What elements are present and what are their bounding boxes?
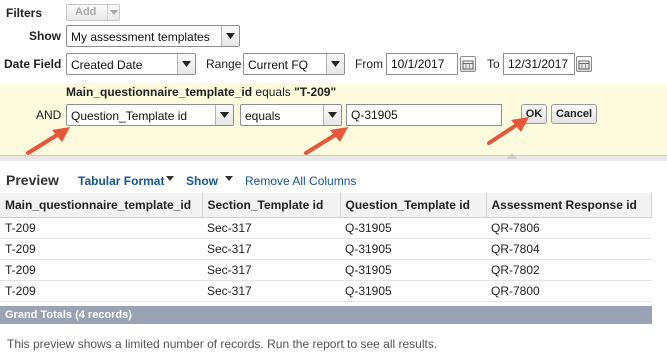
- from-date-field[interactable]: [386, 53, 458, 75]
- to-label: To: [487, 57, 500, 71]
- chevron-down-icon: [220, 112, 229, 118]
- table-cell: QR-7800: [486, 280, 652, 302]
- table-cell: Sec-317: [202, 259, 340, 281]
- filter-field-select[interactable]: Question_Template id: [66, 104, 234, 126]
- column-header[interactable]: Main_questionnaire_template_id: [0, 193, 203, 218]
- filter-operator-arrow[interactable]: [323, 105, 341, 125]
- show-select[interactable]: My assessment templates: [66, 25, 240, 47]
- preview-limit-note: This preview shows a limited number of r…: [7, 337, 438, 351]
- to-date-field[interactable]: [503, 53, 575, 75]
- date-field-label: Date Field: [4, 57, 62, 71]
- chevron-down-icon[interactable]: [166, 176, 174, 182]
- range-label: Range: [206, 57, 242, 71]
- filters-label: Filters: [6, 6, 43, 20]
- table-cell: T-209: [0, 259, 202, 281]
- calendar-grid-icon: [578, 60, 590, 70]
- column-header[interactable]: Section_Template id: [202, 193, 341, 218]
- add-filter-label: Add: [75, 6, 97, 18]
- filter-value-input[interactable]: [347, 105, 501, 125]
- chevron-down-icon: [331, 61, 340, 67]
- filter-operator-value: equals: [245, 109, 281, 123]
- date-field-arrow[interactable]: [177, 54, 195, 74]
- show-select-arrow[interactable]: [221, 26, 239, 46]
- chevron-down-icon: [182, 61, 191, 67]
- filter-field-value: Question_Template id: [71, 109, 188, 123]
- show-label: Show: [29, 29, 61, 43]
- table-cell: QR-7806: [486, 217, 652, 239]
- calendar-icon[interactable]: [460, 56, 476, 72]
- chevron-down-icon[interactable]: [225, 176, 233, 182]
- table-row: T-209 Sec-317 Q-31905 QR-7802: [0, 259, 652, 281]
- date-field-select[interactable]: Created Date: [66, 53, 196, 75]
- table-cell: T-209: [0, 238, 202, 260]
- tabular-format-link[interactable]: Tabular Format: [78, 174, 164, 188]
- filter-value-field[interactable]: [346, 104, 502, 126]
- table-cell: Sec-317: [202, 280, 340, 302]
- condition-operator: equals: [255, 85, 291, 99]
- existing-filter-condition[interactable]: Main_questionnaire_template_id equals "T…: [66, 85, 336, 99]
- table-row: T-209 Sec-317 Q-31905 QR-7800: [0, 280, 652, 302]
- panel-splitter[interactable]: [0, 153, 667, 161]
- range-select-arrow[interactable]: [326, 54, 344, 74]
- grand-totals-row: Grand Totals (4 records): [0, 306, 652, 324]
- annotation-arrow-icon: [487, 117, 529, 145]
- range-value: Current FQ: [248, 58, 309, 72]
- show-select-value: My assessment templates: [71, 30, 210, 44]
- column-header[interactable]: Question_Template id: [340, 193, 487, 218]
- remove-all-columns-link[interactable]: Remove All Columns: [245, 174, 356, 188]
- chevron-down-icon: [110, 10, 118, 15]
- from-label: From: [355, 57, 383, 71]
- collapse-handle-icon: [506, 153, 518, 159]
- column-header[interactable]: Assessment Response id: [486, 193, 652, 218]
- condition-value: "T-209": [294, 85, 337, 99]
- table-cell: T-209: [0, 280, 202, 302]
- from-date-input[interactable]: [387, 54, 457, 74]
- add-filter-button[interactable]: Add: [66, 4, 120, 21]
- table-header-row: Main_questionnaire_template_id Section_T…: [0, 193, 652, 218]
- to-date-input[interactable]: [504, 54, 574, 74]
- cancel-button[interactable]: Cancel: [551, 104, 597, 124]
- table-row: T-209 Sec-317 Q-31905 QR-7806: [0, 217, 652, 239]
- annotation-arrow-icon: [304, 127, 348, 155]
- table-cell: Sec-317: [202, 238, 340, 260]
- condition-field: Main_questionnaire_template_id: [66, 85, 253, 99]
- chevron-down-icon: [226, 33, 235, 39]
- annotation-arrow-icon: [26, 127, 70, 155]
- table-cell: Q-31905: [340, 259, 486, 281]
- calendar-grid-icon: [462, 60, 474, 70]
- calendar-icon[interactable]: [576, 56, 592, 72]
- range-select[interactable]: Current FQ: [243, 53, 345, 75]
- table-cell: QR-7804: [486, 238, 652, 260]
- table-cell: T-209: [0, 217, 202, 239]
- preview-table: Main_questionnaire_template_id Section_T…: [0, 193, 652, 302]
- date-field-value: Created Date: [71, 58, 143, 72]
- show-menu-link[interactable]: Show: [186, 174, 218, 188]
- table-row: T-209 Sec-317 Q-31905 QR-7804: [0, 238, 652, 260]
- table-cell: Q-31905: [340, 280, 486, 302]
- preview-title: Preview: [6, 172, 59, 188]
- filter-field-arrow[interactable]: [215, 105, 233, 125]
- filter-operator-select[interactable]: equals: [240, 104, 342, 126]
- table-cell: Sec-317: [202, 217, 340, 239]
- table-cell: Q-31905: [340, 217, 486, 239]
- chevron-down-icon: [328, 112, 337, 118]
- and-label: AND: [36, 108, 62, 122]
- table-cell: QR-7802: [486, 259, 652, 281]
- table-cell: Q-31905: [340, 238, 486, 260]
